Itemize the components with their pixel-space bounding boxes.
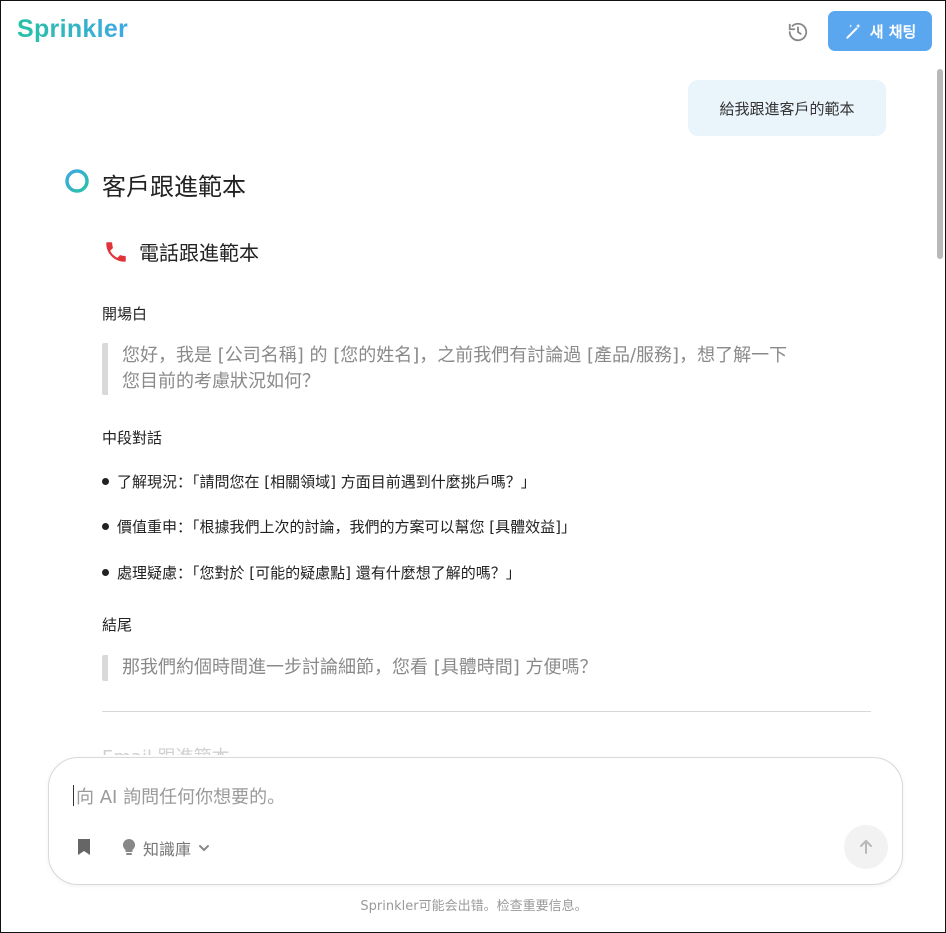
bullet-dot [102,569,109,576]
bullet-dot [102,523,109,530]
send-button[interactable] [844,825,888,869]
text-cursor [73,785,74,806]
scrollbar-thumb[interactable] [937,69,943,259]
app-window: Sprinkler 새 채팅 給我跟進客戶的範本 客戶跟進範本 電話跟進範本 開… [0,0,946,933]
middle-label: 中段對話 [102,429,163,447]
closing-text: 那我們約個時間進一步討論細節，您看 [具體時間] 方便嗎？ [122,657,598,678]
chat-composer[interactable]: 向 AI 詢問任何你想要的。 知識庫 [48,757,903,885]
closing-label: 結尾 [102,616,133,634]
new-chat-button[interactable]: 새 채팅 [828,11,932,51]
response-title: 客戶跟進範本 [102,173,246,201]
closing-quote: 那我們約個時間進一步討論細節，您看 [具體時間] 方便嗎？ [102,655,882,681]
section-heading: 電話跟進範本 [103,237,259,266]
knowledge-base-dropdown[interactable]: 知識庫 [121,836,211,860]
new-chat-label: 새 채팅 [869,22,917,41]
opening-quote: 您好，我是 [公司名稱] 的 [您的姓名]，之前我們有討論過 [產品/服務]，想… [102,343,882,395]
chat-input[interactable]: 向 AI 詢問任何你想要的。 [76,783,285,809]
opening-text-line2: 您目前的考慮狀況如何？ [122,371,320,392]
phone-icon [106,241,126,262]
history-icon [788,22,808,42]
list-item-text: 價值重申：「根據我們上次的討論，我們的方案可以幫您 [具體效益]」 [117,518,576,536]
list-item: 處理疑慮：「您對於 [可能的疑慮點] 還有什麼想了解的嗎？」 [102,562,521,583]
faded-next-section: Email 跟進範本 [102,743,302,755]
magic-wand-icon [846,23,861,39]
list-item: 了解現況：「請問您在 [相關領域] 方面目前遇到什麼挑戶嗎？」 [102,471,536,492]
bullet-dot [102,478,109,485]
ai-loading-icon [65,169,89,193]
bookmark-icon[interactable] [76,838,92,856]
section-title: 電話跟進範本 [139,241,259,265]
opening-label: 開場白 [102,305,148,323]
list-item: 價值重申：「根據我們上次的討論，我們的方案可以幫您 [具體效益]」 [102,516,576,537]
arrow-up-icon [860,840,872,854]
app-logo[interactable]: Sprinkler [17,15,128,44]
chevron-down-icon [199,845,210,852]
user-message-text: 給我跟進客戶的範本 [719,99,855,118]
footer-disclaimer: Sprinkler可能会出错。检查重要信息。 [360,899,588,914]
list-item-text: 了解現況：「請問您在 [相關領域] 方面目前遇到什麼挑戶嗎？」 [117,473,536,491]
knowledge-base-label: 知識庫 [143,840,192,859]
history-button[interactable] [785,19,811,45]
lightbulb-icon [122,838,136,855]
user-message-bubble: 給我跟進客戶的範本 [688,80,886,136]
list-item-text: 處理疑慮：「您對於 [可能的疑慮點] 還有什麼想了解的嗎？」 [117,564,521,582]
opening-text-line1: 您好，我是 [公司名稱] 的 [您的姓名]，之前我們有討論過 [產品/服務]，想… [122,345,788,366]
divider [102,711,871,712]
